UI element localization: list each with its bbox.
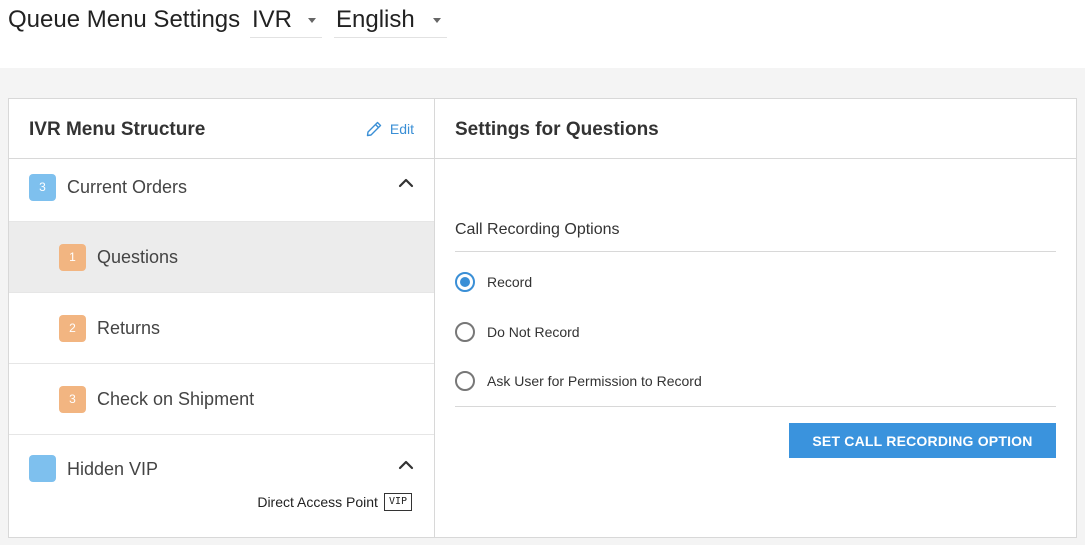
tree-item-returns[interactable]: 2 Returns [9,293,434,364]
radio-option-do-not-record[interactable]: Do Not Record [455,322,580,342]
menu-number-badge: 1 [59,244,86,271]
edit-label: Edit [389,121,414,137]
chevron-up-icon[interactable] [398,459,414,471]
radio-button[interactable] [455,371,475,391]
vip-tag: VIP [383,493,412,511]
queue-select-value: IVR [252,6,293,33]
tree-item-label: Questions [97,247,179,267]
content-area: IVR Menu Structure Edit 3 Current Orders… [0,68,1085,545]
direct-access-label: Direct Access Point [257,494,378,510]
settings-header: Settings for Questions [435,99,1076,159]
radio-option-ask-permission[interactable]: Ask User for Permission to Record [455,371,702,391]
queue-select[interactable]: IVR [250,4,322,38]
divider [455,406,1056,407]
radio-button[interactable] [455,322,475,342]
set-call-recording-button[interactable]: SET CALL RECORDING OPTION [789,423,1056,458]
menu-structure-header: IVR Menu Structure Edit [9,99,434,159]
radio-label: Ask User for Permission to Record [487,373,702,389]
tree-item-check-on-shipment[interactable]: 3 Check on Shipment [9,364,434,435]
tree-item-questions[interactable]: 1 Questions [9,222,434,293]
menu-structure-panel: IVR Menu Structure Edit 3 Current Orders… [8,98,435,538]
menu-number-badge: 3 [29,174,56,201]
tree-item-label: Check on Shipment [97,389,255,409]
menu-number-badge: 2 [59,315,86,342]
language-select-value: English [336,6,415,33]
tree-item-hidden-vip[interactable]: Hidden VIP Direct Access Point VIP [9,435,434,535]
settings-title: Settings for Questions [455,119,659,140]
direct-access-point: Direct Access Point VIP [257,493,412,511]
divider [455,251,1056,252]
tree-item-current-orders[interactable]: 3 Current Orders [9,159,434,222]
menu-number-badge: 3 [59,386,86,413]
radio-label: Record [487,274,533,290]
top-bar: Queue Menu Settings IVR English [0,0,1085,68]
tree-item-label: Current Orders [67,177,188,197]
language-select[interactable]: English [334,4,447,38]
pencil-icon [366,121,382,137]
menu-structure-title: IVR Menu Structure [29,119,206,140]
edit-link[interactable]: Edit [366,121,414,137]
radio-label: Do Not Record [487,324,580,340]
menu-number-badge [29,455,56,482]
tree-item-label: Returns [97,318,161,338]
caret-down-icon [308,18,316,23]
call-recording-options-label: Call Recording Options [455,221,620,238]
page-title: Queue Menu Settings [8,6,241,33]
radio-button[interactable] [455,272,475,292]
chevron-up-icon[interactable] [398,177,414,189]
tree-item-label: Hidden VIP [67,459,159,479]
settings-panel: Settings for Questions Call Recording Op… [434,98,1077,538]
radio-option-record[interactable]: Record [455,272,532,292]
caret-down-icon [433,18,441,23]
